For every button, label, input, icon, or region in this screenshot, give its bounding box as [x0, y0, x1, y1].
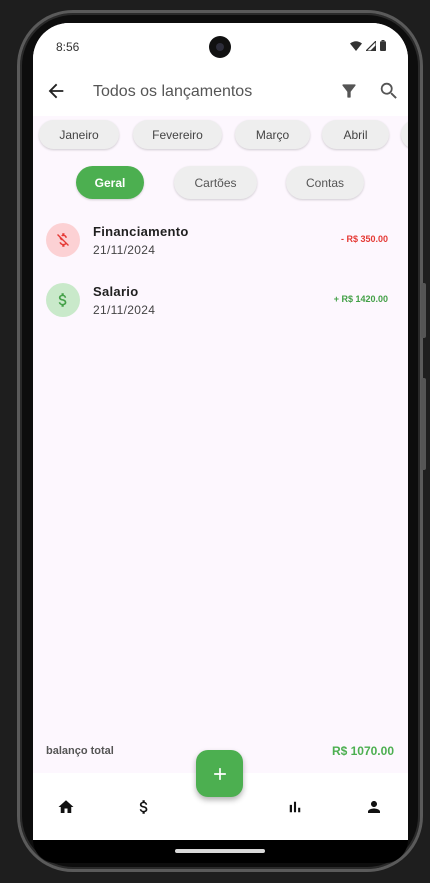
power-button	[421, 378, 426, 470]
nav-home[interactable]	[56, 797, 76, 817]
volume-button	[421, 283, 426, 338]
home-icon	[58, 800, 74, 813]
wifi-icon	[350, 40, 362, 51]
money-off-icon	[46, 223, 80, 257]
status-bar: 8:56	[33, 23, 408, 71]
transaction-amount: + R$ 1420.00	[333, 294, 388, 304]
month-chip-janeiro[interactable]: Janeiro	[39, 120, 119, 149]
status-icons	[350, 40, 386, 51]
page-title: Todos os lançamentos	[93, 83, 253, 100]
nav-transactions[interactable]	[134, 797, 154, 817]
nav-reports[interactable]	[285, 797, 305, 817]
month-label: Março	[255, 127, 290, 142]
month-chip-next[interactable]	[401, 120, 408, 149]
month-selector: Janeiro Fevereiro Março Abril	[33, 120, 408, 152]
tab-cartoes[interactable]: Cartões	[174, 166, 257, 199]
dollar-icon	[46, 283, 80, 317]
transaction-item[interactable]: Salario 21/11/2024 + R$ 1420.00	[33, 283, 408, 327]
dollar-icon	[139, 800, 148, 814]
home-indicator[interactable]	[175, 849, 265, 853]
category-tabs: Geral Cartões Contas	[33, 166, 408, 202]
status-time: 8:56	[56, 40, 80, 54]
bar-chart-icon	[289, 801, 301, 813]
transaction-item[interactable]: Financiamento 21/11/2024 - R$ 350.00	[33, 223, 408, 267]
month-label: Janeiro	[59, 127, 99, 142]
plus-icon	[213, 767, 226, 780]
transaction-name: Salario	[93, 284, 139, 299]
signal-icon	[366, 40, 376, 51]
month-chip-fevereiro[interactable]: Fevereiro	[133, 120, 222, 149]
search-icon[interactable]	[378, 80, 400, 102]
filter-icon[interactable]	[339, 81, 359, 101]
back-arrow-icon[interactable]	[45, 80, 67, 102]
month-chip-marco[interactable]: Março	[235, 120, 310, 149]
tab-label: Cartões	[194, 175, 237, 190]
app-bar: Todos os lançamentos	[33, 71, 408, 116]
battery-icon	[380, 40, 386, 51]
tab-geral[interactable]: Geral	[76, 166, 144, 199]
screen: 8:56 Todos os lançamentos Janeiro Fevere…	[33, 23, 408, 840]
month-chip-abril[interactable]: Abril	[322, 120, 389, 149]
transaction-amount: - R$ 350.00	[340, 234, 388, 244]
month-label: Abril	[343, 127, 368, 142]
transaction-date: 21/11/2024	[93, 243, 156, 257]
tab-label: Contas	[305, 175, 345, 190]
transaction-name: Financiamento	[93, 224, 189, 239]
person-icon	[368, 801, 380, 813]
tab-contas[interactable]: Contas	[286, 166, 364, 199]
balance-value: R$ 1070.00	[331, 744, 394, 758]
balance-label: balanço total	[46, 745, 114, 757]
camera-cutout	[209, 36, 231, 58]
month-label: Fevereiro	[152, 127, 203, 142]
transaction-date: 21/11/2024	[93, 303, 156, 317]
tab-label: Geral	[94, 175, 126, 190]
nav-profile[interactable]	[364, 797, 384, 817]
add-transaction-button[interactable]	[196, 750, 243, 797]
